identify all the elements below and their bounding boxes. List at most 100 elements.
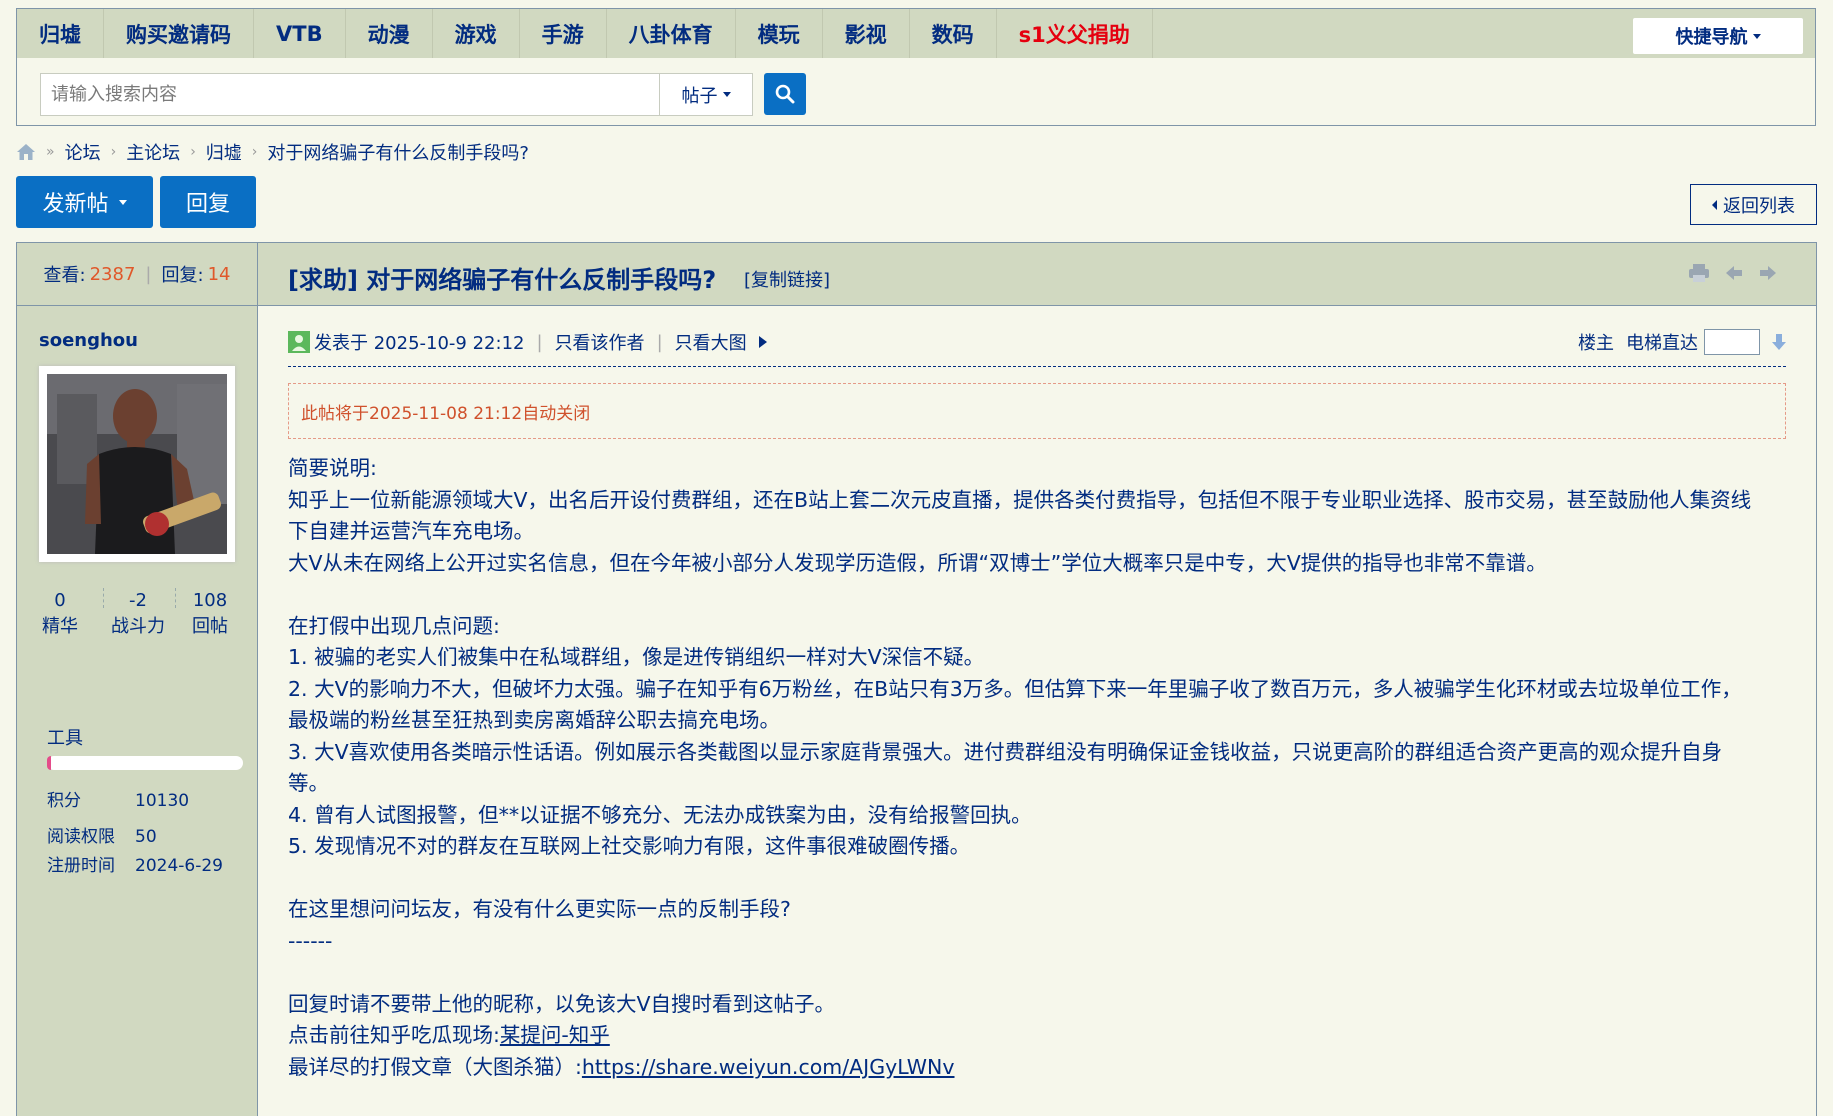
link-prefix: 点击前往知乎吃瓜现场:	[288, 1023, 500, 1047]
content-line: 在这里想问问坛友，有没有什么更实际一点的反制手段?	[288, 897, 791, 921]
thread-title: [求助] 对于网络骗子有什么反制手段吗?	[288, 266, 717, 294]
content-line: 5. 发现情况不对的群友在互联网上社交影响力有限，这件事很难破圈传播。	[288, 834, 971, 858]
post-container: 查看: 2387 | 回复: 14 [求助] 对于网络骗子有什么反制手段吗? […	[16, 242, 1817, 1116]
post-meta-left: 发表于 2025-10-9 22:12 | 只看该作者 | 只看大图	[288, 329, 769, 355]
search-button[interactable]	[764, 73, 806, 115]
stat-digest-label: 精华	[42, 616, 78, 637]
nav-item-guixu[interactable]: 归墟	[17, 9, 104, 58]
nav-item-games[interactable]: 游戏	[433, 9, 520, 58]
reply-button[interactable]: 回复	[160, 176, 256, 228]
search-input[interactable]	[40, 73, 660, 116]
content-line	[288, 957, 1788, 989]
breadcrumb-guixu[interactable]: 归墟	[206, 139, 242, 165]
nav-item-digital[interactable]: 数码	[910, 9, 997, 58]
nav-item-donate[interactable]: s1义父捐助	[997, 9, 1153, 58]
only-big-images-link[interactable]: 只看大图	[675, 329, 747, 355]
thread-stats: 查看: 2387 | 回复: 14	[17, 243, 258, 306]
breadcrumb-separator: ›	[251, 144, 258, 160]
play-icon[interactable]	[757, 335, 769, 349]
info-key: 积分	[47, 791, 81, 811]
back-to-list-label: 返回列表	[1723, 195, 1795, 217]
content-line: 等。	[288, 771, 329, 795]
back-to-list-button[interactable]: 返回列表	[1690, 184, 1817, 225]
nav-item-models[interactable]: 模玩	[736, 9, 823, 58]
stat-replies-value: 108	[192, 590, 228, 611]
breadcrumb-current: 对于网络骗子有什么反制手段吗?	[267, 143, 529, 164]
stat-power-label: 战斗力	[111, 616, 165, 637]
post-time: 发表于 2025-10-9 22:12	[314, 333, 525, 354]
breadcrumb-separator: »	[46, 144, 55, 160]
breadcrumb-separator: ›	[110, 144, 117, 160]
stat-power: -2 战斗力	[103, 588, 173, 640]
content-line: 4. 曾有人试图报警，但**以证据不够充分、无法办成铁案为由，没有给报警回执。	[288, 802, 1032, 827]
search-type-label: 帖子	[681, 85, 718, 107]
only-author-link[interactable]: 只看该作者	[555, 329, 645, 355]
print-icon[interactable]	[1688, 263, 1710, 283]
meta-separator: |	[536, 331, 543, 353]
breadcrumb-main-forum[interactable]: 主论坛	[126, 139, 180, 165]
info-row-points: 积分 10130	[47, 786, 189, 811]
content-line-link2: 最详尽的打假文章（大图杀猫）:https://share.weiyun.com/…	[288, 1052, 1788, 1084]
level-progress-bar	[47, 756, 243, 770]
stat-digest-value: 0	[54, 590, 66, 611]
info-key: 阅读权限	[47, 827, 115, 847]
nav-item-invite[interactable]: 购买邀请码	[104, 9, 254, 58]
breadcrumb-forum[interactable]: 论坛	[65, 139, 101, 165]
stat-power-value: -2	[129, 590, 147, 611]
views-count: 2387	[89, 263, 136, 285]
content-line: 大V从未在网络上公开过实名信息，但在今年被小部分人发现学历造假，所谓“双博士”学…	[288, 550, 1547, 575]
content-line: 简要说明:	[288, 456, 377, 480]
info-value: 10130	[135, 791, 190, 811]
thread-header: [求助] 对于网络骗子有什么反制手段吗? [复制链接]	[258, 243, 1816, 306]
floor-jump-input[interactable]	[1704, 329, 1760, 355]
nav-item-film[interactable]: 影视	[823, 9, 910, 58]
nav-item-mobile-games[interactable]: 手游	[520, 9, 607, 58]
online-status-icon	[288, 331, 310, 353]
content-line	[288, 863, 1788, 895]
search-type-select[interactable]: 帖子	[660, 73, 753, 116]
author-name[interactable]: soenghou	[39, 330, 138, 351]
post-content: 简要说明: 知乎上一位新能源领域大V，出名后开设付费群组，还在B站上套二次元皮直…	[288, 453, 1788, 1083]
content-line	[288, 579, 1788, 611]
weiyun-link[interactable]: https://share.weiyun.com/AJGyLWNv	[582, 1055, 955, 1079]
content-line: ------	[288, 928, 333, 953]
chevron-left-icon	[1712, 199, 1717, 210]
copy-link-button[interactable]: [复制链接]	[744, 266, 830, 292]
nav-item-anime[interactable]: 动漫	[346, 9, 433, 58]
new-post-button[interactable]: 发新帖	[16, 176, 153, 228]
content-line: 3. 大V喜欢使用各类暗示性话语。例如展示各类截图以显示家庭背景强大。进付费群组…	[288, 739, 1723, 764]
content-line: 回复时请不要带上他的昵称，以免该大V自搜时看到这帖子。	[288, 991, 836, 1016]
meta-separator: |	[656, 331, 663, 353]
content-line-link1: 点击前往知乎吃瓜现场:某提问-知乎	[288, 1020, 1788, 1052]
zhihu-link[interactable]: 某提问-知乎	[500, 1023, 610, 1047]
quick-nav-button[interactable]: 快捷导航	[1633, 18, 1803, 54]
info-value: 50	[135, 827, 157, 847]
link-prefix: 最详尽的打假文章（大图杀猫）:	[288, 1054, 582, 1079]
elevator-label: 电梯直达	[1626, 333, 1698, 354]
arrow-down-icon[interactable]	[1772, 333, 1786, 351]
arrow-left-icon[interactable]	[1724, 263, 1744, 283]
content-line: 最极端的粉丝甚至狂热到卖房离婚辞公职去搞充电场。	[288, 708, 780, 732]
auto-close-notice: 此帖将于2025-11-08 21:12自动关闭	[288, 383, 1786, 439]
author-sidebar: soenghou 0 精华 -2 战斗力 108 回帖 工具 积分 10130 …	[17, 306, 258, 1116]
header-icons	[1688, 263, 1778, 283]
info-value: 2024-6-29	[135, 856, 223, 876]
info-row-reg-date: 注册时间 2024-6-29	[47, 851, 223, 876]
chevron-down-icon	[722, 92, 731, 97]
content-line: 知乎上一位新能源领域大V，出名后开设付费群组，还在B站上套二次元皮直播，提供各类…	[288, 487, 1752, 512]
quick-nav-label: 快捷导航	[1675, 27, 1748, 48]
nav-item-gossip-sports[interactable]: 八卦体育	[607, 9, 736, 58]
post-meta-right: 楼主 电梯直达	[1578, 329, 1786, 355]
avatar[interactable]	[39, 366, 235, 562]
home-icon[interactable]	[16, 143, 36, 161]
meta-divider	[288, 366, 1786, 367]
reply-label: 回复	[185, 192, 230, 217]
content-line: 2. 大V的影响力不大，但破坏力太强。骗子在知乎有6万粉丝，在B站只有3万多。但…	[288, 676, 1742, 701]
info-key: 注册时间	[47, 856, 115, 876]
arrow-right-icon[interactable]	[1758, 263, 1778, 283]
chevron-down-icon	[118, 199, 127, 205]
top-nav: 归墟 购买邀请码 VTB 动漫 游戏 手游 八卦体育 模玩 影视 数码 s1义父…	[16, 8, 1816, 58]
nav-item-vtb[interactable]: VTB	[254, 9, 346, 58]
content-line: 下自建并运营汽车充电场。	[288, 519, 534, 543]
info-row-read-perm: 阅读权限 50	[47, 822, 157, 847]
